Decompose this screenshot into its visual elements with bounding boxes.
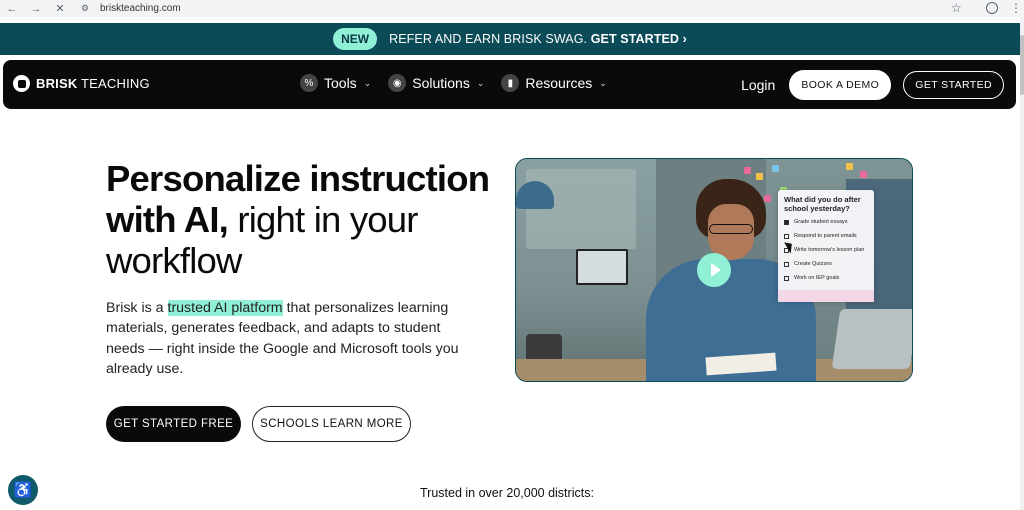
- checkbox-icon: [784, 219, 789, 225]
- headline-line-3: workflow: [106, 240, 242, 281]
- checklist-item: Create Quizzes: [784, 261, 868, 267]
- get-started-button[interactable]: GET STARTED: [903, 71, 1004, 99]
- checklist-item: Respond to parent emails: [784, 233, 868, 239]
- headline-line-1: Personalize instruction: [106, 158, 490, 199]
- desc-pre: Brisk is a: [106, 300, 168, 316]
- nav-item-resources[interactable]: ▮ Resources ⌄: [501, 74, 607, 92]
- chevron-down-icon: ⌄: [599, 77, 607, 88]
- promo-text[interactable]: REFER AND EARN BRISK SWAG. GET STARTED ›: [389, 32, 687, 46]
- stop-icon[interactable]: ✕: [48, 0, 72, 17]
- promo-banner[interactable]: NEW REFER AND EARN BRISK SWAG. GET START…: [0, 23, 1020, 55]
- brand-name-bold: BRISK: [36, 76, 78, 91]
- bookmark-star-icon[interactable]: ☆: [951, 0, 962, 17]
- schools-learn-more-button[interactable]: SCHOOLS LEARN MORE: [252, 406, 411, 442]
- nav-item-label: Solutions: [412, 75, 470, 91]
- new-badge: NEW: [333, 28, 378, 50]
- nav-item-tools[interactable]: % Tools ⌄: [300, 74, 371, 92]
- nav-actions: Login BOOK A DEMO GET STARTED: [741, 70, 1004, 100]
- profile-icon[interactable]: [986, 2, 998, 14]
- hero-headline: Personalize instruction with AI, right i…: [106, 158, 506, 281]
- checklist-item: Work on IEP goals: [784, 275, 868, 281]
- desc-highlight: trusted AI platform: [167, 300, 283, 316]
- checkbox-icon: [784, 233, 789, 239]
- login-link[interactable]: Login: [741, 77, 775, 93]
- video-monitor: [576, 249, 628, 285]
- brand-logo[interactable]: BRISK TEACHING: [13, 75, 150, 92]
- site-info-icon[interactable]: ⚙: [78, 2, 92, 16]
- solutions-icon: ◉: [388, 74, 407, 92]
- chevron-down-icon: ⌄: [363, 77, 372, 88]
- video-shelf: [526, 169, 636, 249]
- nav-menu: % Tools ⌄ ◉ Solutions ⌄ ▮ Resources ⌄: [300, 74, 607, 92]
- brand-name-light: TEACHING: [81, 76, 150, 91]
- checklist-question: What did you do after school yesterday?: [784, 195, 861, 213]
- chevron-right-icon: ›: [682, 32, 687, 46]
- forward-icon[interactable]: →: [24, 0, 48, 17]
- book-demo-button[interactable]: BOOK A DEMO: [789, 70, 892, 100]
- headline-line-2-light: right in your: [228, 199, 418, 240]
- resources-icon: ▮: [501, 74, 520, 92]
- url-text: briskteaching.com: [100, 3, 181, 14]
- page-scrollbar[interactable]: [1020, 17, 1024, 510]
- scrollbar-thumb[interactable]: [1020, 35, 1024, 95]
- browser-toolbar: ← → ✕ ⚙ briskteaching.com ☆ ⋮: [0, 0, 1024, 17]
- headline-line-2-bold: with AI,: [106, 199, 229, 240]
- back-icon[interactable]: ←: [0, 0, 24, 17]
- chevron-down-icon: ⌄: [476, 77, 485, 88]
- nav-item-label: Resources: [525, 75, 593, 91]
- hero-description: Brisk is a trusted AI platform that pers…: [106, 298, 476, 379]
- nav-item-label: Tools: [324, 75, 357, 91]
- promo-link[interactable]: GET STARTED: [591, 32, 679, 46]
- accessibility-icon[interactable]: ♿: [8, 475, 38, 505]
- main-navbar: BRISK TEACHING % Tools ⌄ ◉ Solutions ⌄ ▮…: [3, 60, 1016, 109]
- get-started-free-button[interactable]: GET STARTED FREE: [106, 406, 241, 442]
- tools-icon: %: [300, 74, 318, 92]
- brisk-logo-icon: [13, 75, 30, 92]
- promo-message: REFER AND EARN BRISK SWAG.: [389, 32, 588, 46]
- address-bar[interactable]: ⚙ briskteaching.com: [78, 0, 978, 17]
- checkbox-icon: [784, 261, 789, 267]
- checklist-item: Write tomorrow's lesson plan: [784, 247, 868, 253]
- trusted-by-text: Trusted in over 20,000 districts:: [420, 486, 594, 500]
- checklist-item: Grade student essays: [784, 219, 868, 225]
- browser-menu-icon[interactable]: ⋮: [1010, 0, 1022, 17]
- play-icon[interactable]: [697, 253, 731, 287]
- checkbox-icon: [784, 275, 789, 281]
- video-laptop: [831, 309, 912, 369]
- nav-item-solutions[interactable]: ◉ Solutions ⌄: [388, 74, 484, 92]
